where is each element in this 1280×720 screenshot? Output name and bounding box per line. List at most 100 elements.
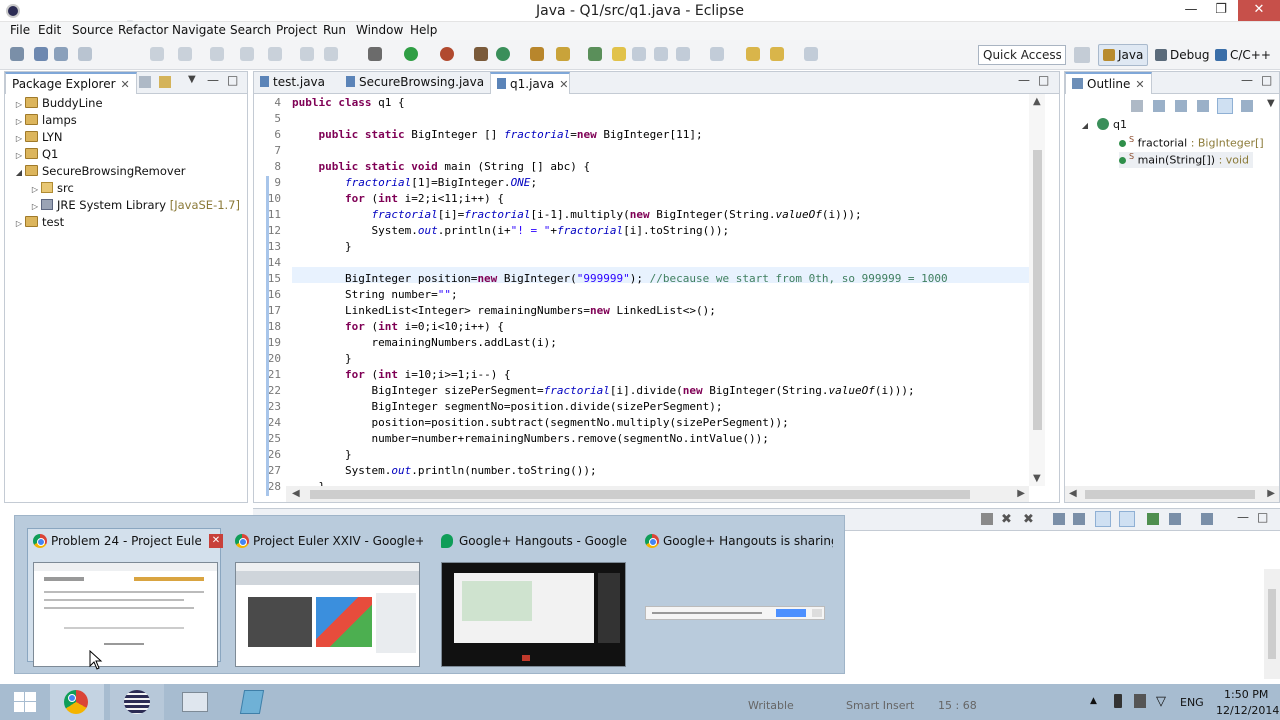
show-console-icon[interactable] — [1095, 511, 1111, 527]
scrollbar-thumb[interactable] — [1268, 589, 1276, 659]
forward-icon[interactable] — [804, 47, 818, 61]
hide-fields-icon[interactable] — [1175, 100, 1187, 112]
outline-item-fractorial[interactable]: S fractorial : BigInteger[] — [1119, 135, 1264, 151]
clock-date[interactable]: 12/12/2014 — [1216, 704, 1279, 717]
display-selected-console-icon[interactable] — [1169, 513, 1181, 525]
hide-static-icon[interactable] — [1197, 100, 1209, 112]
scroll-down-arrow-icon[interactable]: ▼ — [1033, 473, 1041, 484]
clock-time[interactable]: 1:50 PM — [1224, 688, 1268, 701]
clear-console-icon[interactable] — [1053, 513, 1065, 525]
scrollbar-thumb[interactable] — [1085, 490, 1255, 499]
shift-right-icon[interactable] — [300, 47, 314, 61]
code-line[interactable]: for (int i=0;i<10;i++) { — [292, 320, 504, 336]
wrap-icon[interactable] — [324, 47, 338, 61]
code-line[interactable]: } — [292, 352, 352, 368]
menu-source[interactable]: Source — [72, 23, 113, 37]
tree-collapse-icon[interactable]: ◢ — [1079, 121, 1091, 130]
thumbnail-problem-24[interactable]: Problem 24 - Project Euler - ... ✕ — [33, 526, 223, 667]
tree-expand-icon[interactable]: ▷ — [13, 151, 25, 160]
code-line[interactable]: System.out.println(i+"! = "+fractorial[i… — [292, 224, 729, 240]
thumbnail-google-hangouts[interactable]: Google+ Hangouts - Google Ch... — [441, 526, 631, 667]
menu-window[interactable]: Window — [356, 23, 403, 37]
run-icon[interactable] — [404, 47, 418, 61]
language-indicator[interactable]: ENG — [1180, 696, 1204, 709]
code-line[interactable]: BigInteger segmentNo=position.divide(siz… — [292, 400, 722, 416]
tree-item-lyn[interactable]: ▷ LYN — [13, 130, 63, 147]
outline-horizontal-scrollbar[interactable]: ◀ ▶ — [1065, 486, 1279, 502]
code-line[interactable]: fractorial[i]=fractorial[i-1].multiply(n… — [292, 208, 861, 224]
collapse-all-icon[interactable] — [1131, 100, 1143, 112]
outline-item-main[interactable]: S main(String[]) : void — [1119, 152, 1254, 168]
menu-edit[interactable]: Edit — [38, 23, 61, 37]
start-button[interactable] — [0, 684, 50, 720]
show-hidden-icons-chevron-up-icon[interactable]: ▲ — [1090, 696, 1097, 706]
back-dropdown-icon[interactable] — [770, 47, 784, 61]
console-vertical-scrollbar[interactable] — [1264, 569, 1280, 679]
code-line[interactable]: for (int i=10;i>=1;i--) { — [292, 368, 511, 384]
scroll-left-arrow-icon[interactable]: ◀ — [1069, 488, 1077, 499]
close-icon[interactable]: ✕ — [121, 78, 130, 91]
hide-non-public-icon[interactable] — [1217, 98, 1233, 114]
pin-console-icon[interactable] — [1147, 513, 1159, 525]
menu-help[interactable]: Help — [410, 23, 437, 37]
menu-file[interactable]: File — [10, 23, 30, 37]
terminate-icon[interactable] — [981, 513, 993, 525]
tree-expand-icon[interactable]: ▷ — [29, 202, 41, 211]
tree-item-src[interactable]: ▷ src — [29, 181, 74, 198]
tree-expand-icon[interactable]: ▷ — [13, 134, 25, 143]
previous-edit-icon[interactable] — [710, 47, 724, 61]
taskbar-eclipse[interactable] — [110, 684, 164, 720]
code-area[interactable]: public class q1 { public static BigInteg… — [292, 94, 1029, 486]
tree-expand-icon[interactable]: ▷ — [13, 117, 25, 126]
code-line[interactable]: BigInteger position=new BigInteger("9999… — [292, 272, 948, 288]
code-line[interactable]: number=number+remainingNumbers.remove(se… — [292, 432, 768, 448]
tab-outline[interactable]: Outline ✕ — [1065, 72, 1152, 94]
scroll-lock-icon[interactable] — [1073, 513, 1085, 525]
new-java-package-icon[interactable] — [496, 47, 510, 61]
collapse-all-icon[interactable] — [139, 76, 151, 88]
battery-icon[interactable] — [1114, 694, 1122, 708]
scrollbar-thumb[interactable] — [310, 490, 970, 499]
next-annotation-icon[interactable] — [588, 47, 602, 61]
word-wrap-console-icon[interactable] — [1119, 511, 1135, 527]
remove-launch-icon[interactable]: ✖ — [1001, 512, 1012, 527]
code-line[interactable]: fractorial[1]=BigInteger.ONE; — [292, 176, 537, 192]
show-whitespace-icon[interactable] — [654, 47, 668, 61]
code-line[interactable]: public static BigInteger [] fractorial=n… — [292, 128, 703, 144]
search-icon[interactable] — [556, 47, 570, 61]
taskbar-notepad[interactable] — [226, 684, 280, 720]
perspective-cpp[interactable]: C/C++ — [1215, 48, 1271, 62]
hide-local-types-icon[interactable] — [1241, 100, 1253, 112]
code-line[interactable]: for (int i=2;i<11;i++) { — [292, 192, 504, 208]
close-window-button[interactable]: ✕ — [1238, 0, 1280, 21]
editor-horizontal-scrollbar[interactable]: ◀ ▶ — [286, 486, 1029, 502]
code-line[interactable]: remainingNumbers.addLast(i); — [292, 336, 556, 352]
maximize-editor-icon[interactable]: □ — [1038, 73, 1049, 87]
code-line[interactable]: } — [292, 240, 352, 256]
menu-refactor[interactable]: Refactor — [118, 23, 168, 37]
scrollbar-thumb[interactable] — [1033, 150, 1042, 430]
new-icon[interactable] — [10, 47, 24, 61]
close-icon[interactable]: ✕ — [1135, 78, 1144, 91]
tab-test-java[interactable]: test.java — [254, 72, 338, 94]
link-with-editor-icon[interactable] — [159, 76, 171, 88]
remove-all-icon[interactable]: ✖ — [1023, 512, 1034, 527]
menu-project[interactable]: Project — [276, 23, 317, 37]
taskbar-chrome[interactable] — [50, 684, 104, 720]
maximize-view-icon[interactable]: □ — [1261, 73, 1272, 87]
view-menu-chevron-down-icon[interactable]: ▼ — [1267, 98, 1275, 109]
outline-item-q1[interactable]: ◢ q1 — [1079, 118, 1127, 134]
code-line[interactable]: public class q1 { — [292, 96, 405, 112]
close-icon[interactable]: ✕ — [559, 78, 568, 91]
tab-q1-java[interactable]: q1.java ✕ — [490, 72, 570, 94]
toggle-comment-icon[interactable] — [240, 47, 254, 61]
restore-button[interactable]: ❐ — [1206, 0, 1236, 21]
code-line[interactable]: position=position.subtract(segmentNo.mul… — [292, 416, 788, 432]
scroll-right-arrow-icon[interactable]: ▶ — [1267, 488, 1275, 499]
thumbnail-hangouts-sharing[interactable]: Google+ Hangouts is sharing y... — [645, 526, 835, 666]
action-center-flag-icon[interactable] — [1134, 694, 1146, 708]
format-icon[interactable] — [210, 47, 224, 61]
tree-collapse-icon[interactable]: ◢ — [13, 168, 25, 177]
back-icon[interactable] — [746, 47, 760, 61]
scroll-right-arrow-icon[interactable]: ▶ — [1017, 488, 1025, 499]
